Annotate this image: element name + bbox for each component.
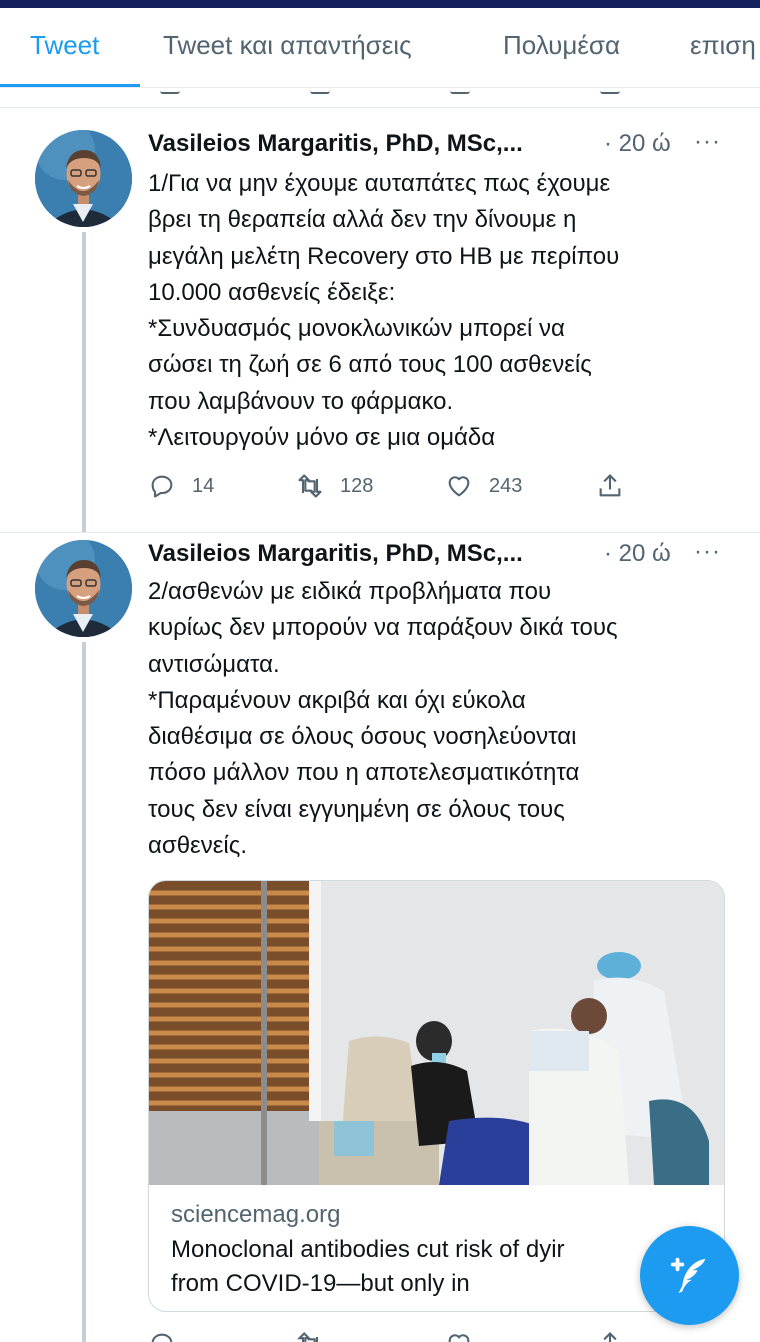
retweet-icon[interactable] — [296, 1330, 324, 1342]
retweet-count: 128 — [340, 474, 374, 497]
tweet-text: 2/ασθενών με ειδικά προβλήματα που κυρίω… — [148, 578, 618, 860]
tweet-timestamp[interactable]: · 20 ώ — [604, 540, 671, 568]
tab-tweets-and-replies[interactable]: Tweet και απαντήσεις — [163, 30, 412, 61]
reply-icon — [151, 475, 173, 498]
share-icon — [599, 474, 621, 497]
avatar[interactable] — [35, 130, 132, 227]
share-icon[interactable] — [596, 1330, 624, 1342]
heart-icon[interactable] — [445, 1330, 473, 1342]
link-title: Monoclonal antibodies cut risk of dyir f… — [171, 1236, 565, 1297]
reply-count: 14 — [192, 474, 215, 497]
tweet-author-name[interactable]: Vasileios Margaritis, PhD, MSc,... — [148, 130, 523, 158]
avatar-photo — [35, 130, 132, 227]
reply-icon[interactable] — [148, 1330, 176, 1342]
status-bar — [0, 0, 760, 8]
share-button[interactable] — [596, 472, 640, 500]
tweet-actions — [148, 1328, 648, 1342]
thread-connector-line — [82, 232, 86, 532]
link-preview-image — [149, 881, 724, 1185]
heart-icon — [448, 476, 470, 497]
tweet-timestamp[interactable]: · 20 ώ — [604, 130, 671, 158]
reply-button[interactable]: 14 — [148, 472, 214, 500]
avatar[interactable] — [35, 540, 132, 637]
like-count: 243 — [489, 474, 523, 497]
tab-likes[interactable]: επιση — [690, 30, 756, 61]
more-options-icon[interactable]: ··· — [694, 538, 721, 566]
profile-tabs: Tweet Tweet και απαντήσεις Πολυμέσα επισ… — [0, 8, 760, 88]
previous-tweet-actions — [0, 88, 760, 108]
compose-tweet-icon — [670, 1257, 705, 1293]
compose-tweet-button[interactable] — [640, 1226, 739, 1325]
retweet-button[interactable]: 128 — [296, 472, 373, 500]
more-options-icon[interactable]: ··· — [694, 128, 721, 156]
retweet-icon — [298, 474, 322, 498]
tweet-divider — [0, 532, 760, 533]
tweet-text: 1/Για να μην έχουμε αυταπάτες πως έχουμε… — [148, 170, 620, 452]
link-domain: sciencemag.org — [171, 1201, 341, 1228]
thread-connector-line — [82, 642, 86, 1342]
tab-media[interactable]: Πολυμέσα — [503, 30, 620, 61]
tweet-actions: 14 128 243 — [148, 472, 648, 502]
like-button[interactable]: 243 — [445, 472, 522, 500]
tab-tweets[interactable]: Tweet — [30, 30, 99, 61]
avatar-photo — [35, 540, 132, 637]
link-preview-card[interactable]: sciencemag.org Monoclonal antibodies cut… — [148, 880, 725, 1312]
tweet-author-name[interactable]: Vasileios Margaritis, PhD, MSc,... — [148, 540, 523, 568]
